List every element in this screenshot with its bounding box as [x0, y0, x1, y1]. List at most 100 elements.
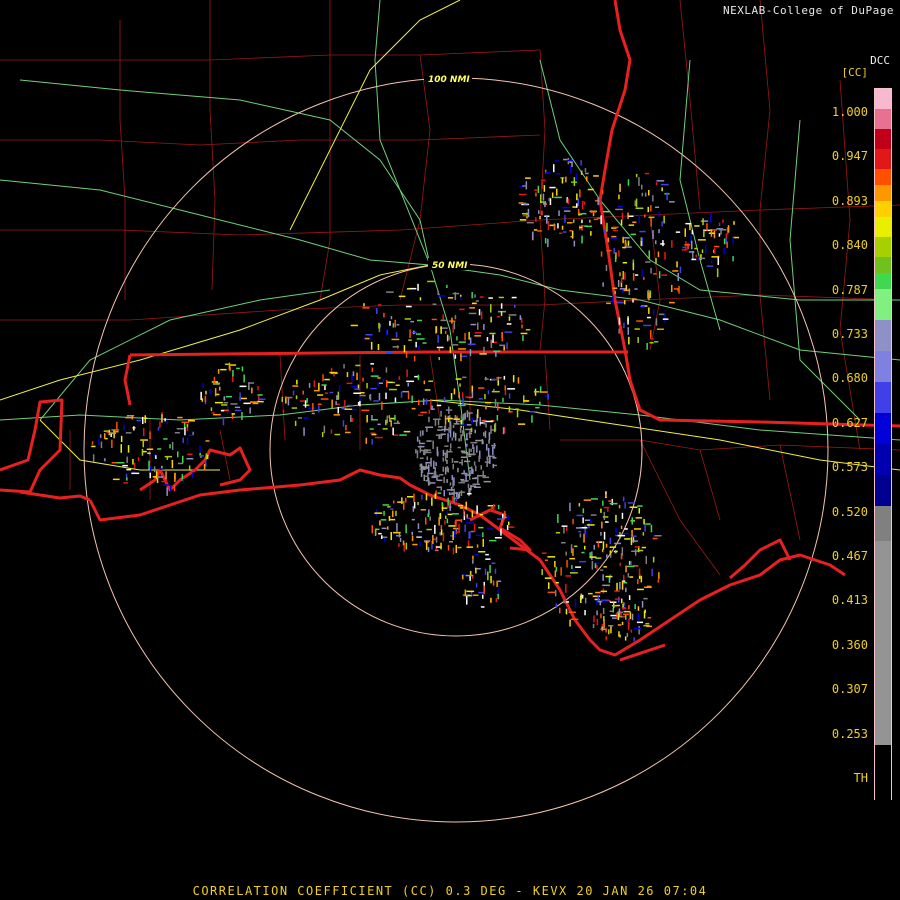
echo-pixel: [495, 598, 498, 603]
echo-pixel: [131, 471, 136, 473]
echo-pixel: [633, 637, 635, 642]
echo-pixel: [584, 610, 586, 616]
echo-pixel: [520, 332, 528, 335]
echo-pixel: [560, 567, 562, 576]
echo-pixel: [321, 432, 324, 438]
echo-pixel: [620, 553, 623, 560]
echo-pixel: [471, 391, 474, 398]
echo-pixel: [437, 335, 439, 343]
echo-pixel: [518, 202, 527, 205]
echo-pixel: [593, 175, 599, 177]
echo-pixel: [600, 508, 602, 513]
echo-pixel: [393, 434, 399, 436]
echo-pixel: [641, 192, 644, 197]
echo-pixel: [470, 530, 474, 533]
echo-pixel: [452, 425, 455, 429]
echo-pixel: [378, 304, 382, 306]
echo-pixel: [257, 394, 263, 396]
echo-pixel: [478, 551, 486, 553]
echo-pixel: [507, 515, 509, 521]
color-scale-segment: [875, 320, 891, 351]
color-scale-segment: [875, 169, 891, 185]
echo-pixel: [344, 400, 346, 408]
echo-pixel: [336, 395, 338, 401]
echo-pixel: [576, 514, 584, 517]
echo-pixel: [589, 556, 597, 558]
echo-pixel: [186, 437, 189, 445]
echo-pixel: [142, 440, 144, 448]
echo-pixel: [475, 534, 482, 537]
echo-pixel: [324, 392, 328, 394]
echo-pixel: [655, 257, 657, 264]
echo-pixel: [600, 569, 604, 571]
echo-pixel: [464, 412, 466, 420]
echo-pixel: [519, 219, 527, 221]
echo-pixel: [518, 193, 527, 196]
echo-pixel: [544, 238, 547, 244]
echo-pixel: [451, 437, 454, 441]
echo-pixel: [470, 441, 478, 444]
echo-pixel: [359, 394, 366, 397]
echo-pixel: [554, 196, 562, 199]
echo-pixel: [411, 395, 413, 404]
echo-pixel: [597, 197, 599, 206]
echo-pixel: [634, 200, 636, 207]
echo-pixel: [436, 486, 441, 488]
echo-pixel: [504, 331, 513, 333]
echo-pixel: [382, 378, 385, 383]
echo-pixel: [573, 545, 578, 547]
echo-pixel: [575, 566, 581, 568]
echo-pixel: [378, 532, 382, 535]
echo-pixel: [616, 301, 625, 304]
echo-pixel: [469, 571, 472, 576]
echo-pixel: [626, 632, 629, 638]
echo-pixel: [366, 414, 368, 423]
echo-pixel: [440, 326, 442, 334]
echo-pixel: [447, 497, 449, 506]
echo-pixel: [471, 302, 477, 305]
echo-pixel: [619, 582, 621, 590]
echo-pixel: [469, 488, 471, 494]
echo-pixel: [533, 391, 540, 393]
echo-pixel: [313, 380, 316, 387]
echo-pixel: [618, 610, 620, 617]
echo-pixel: [428, 409, 431, 414]
echo-pixel: [623, 602, 625, 606]
echo-pixel: [392, 380, 396, 383]
echo-pixel: [122, 464, 128, 467]
echo-pixel: [353, 392, 362, 394]
echo-pixel: [411, 407, 416, 410]
echo-pixel: [669, 301, 675, 304]
echo-pixel: [120, 435, 123, 443]
echo-pixel: [464, 452, 468, 454]
echo-pixel: [345, 431, 351, 434]
echo-pixel: [438, 357, 440, 361]
echo-pixel: [164, 418, 166, 422]
echo-pixel: [480, 606, 485, 608]
echo-pixel: [636, 621, 644, 624]
echo-pixel: [430, 457, 432, 467]
echo-pixel: [390, 532, 392, 541]
echo-pixel: [628, 336, 630, 345]
echo-pixel: [589, 219, 591, 223]
echo-pixel: [571, 569, 575, 572]
echo-pixel: [475, 583, 478, 588]
echo-pixel: [431, 497, 433, 506]
echo-pixel: [374, 512, 383, 514]
echo-pixel: [455, 378, 462, 380]
echo-pixel: [478, 398, 483, 400]
echo-pixel: [460, 434, 462, 442]
echo-pixel: [624, 636, 627, 641]
echo-pixel: [125, 473, 128, 478]
echo-pixel: [641, 184, 643, 190]
echo-pixel: [646, 585, 652, 588]
echo-pixel: [222, 416, 225, 426]
echo-pixel: [648, 190, 650, 196]
echo-pixel: [464, 460, 471, 463]
echo-pixel: [360, 392, 365, 394]
echo-pixel: [563, 527, 565, 534]
echo-pixel: [466, 595, 468, 605]
echo-pixel: [650, 217, 652, 227]
echo-pixel: [531, 415, 533, 423]
echo-pixel: [584, 225, 593, 228]
